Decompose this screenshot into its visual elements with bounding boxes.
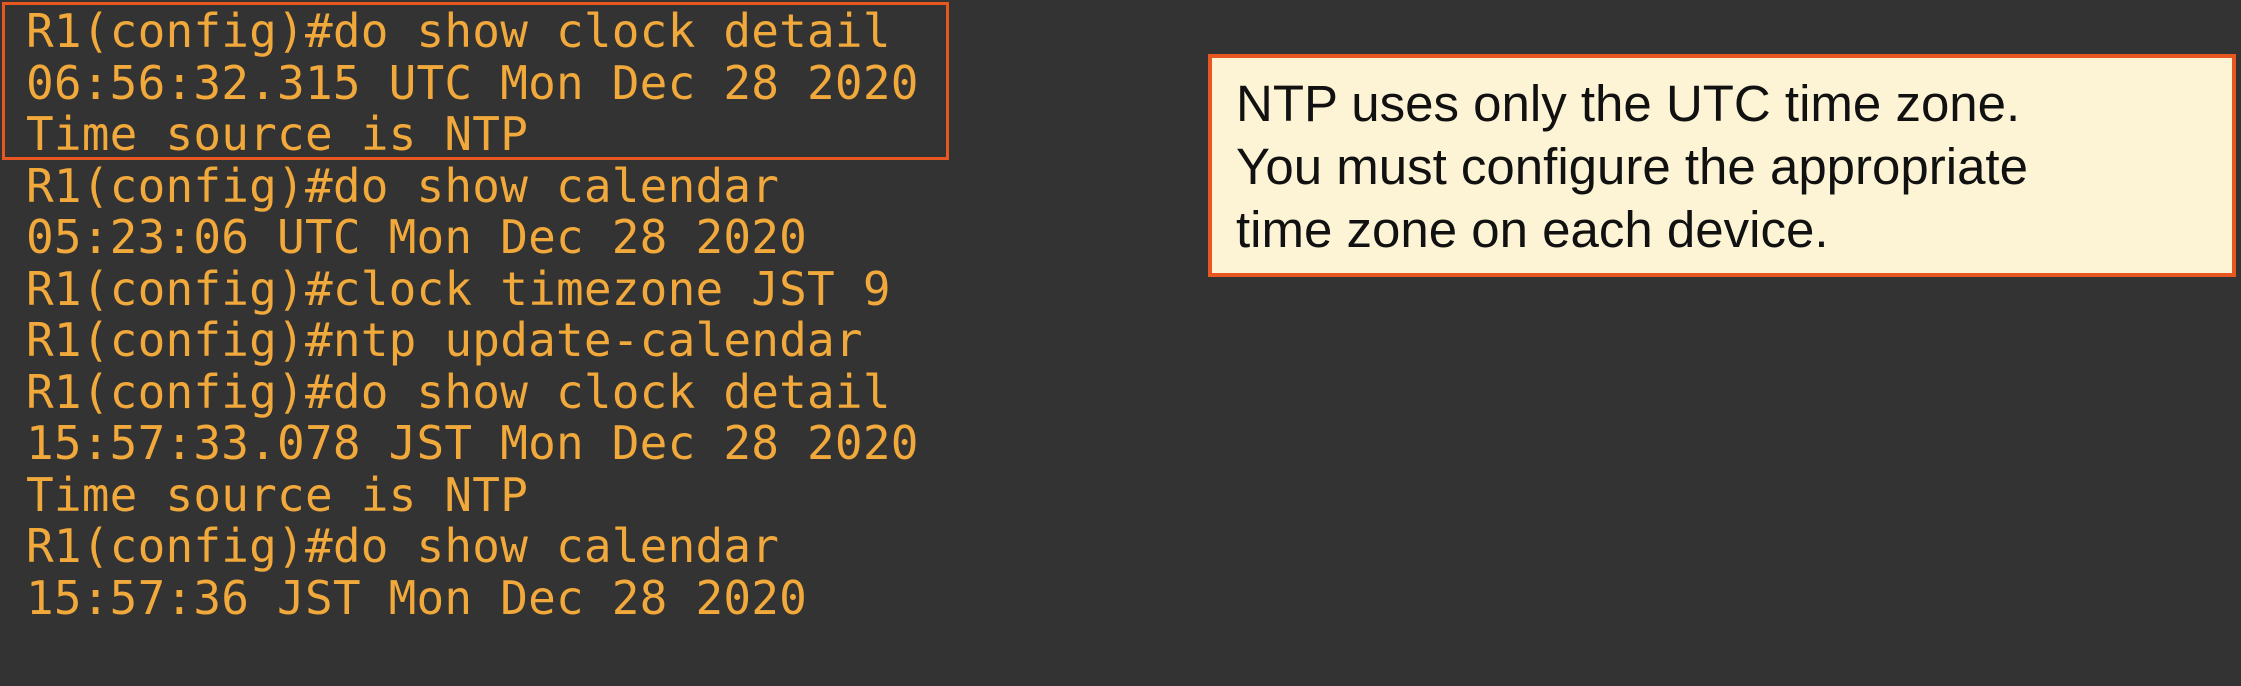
terminal-output-line: 05:23:06 UTC Mon Dec 28 2020 [26, 210, 808, 264]
callout-text-line: time zone on each device. [1236, 201, 1829, 258]
slide: R1(config)#do show clock detail 06:56:32… [0, 0, 2241, 686]
terminal-output-line: 15:57:36 JST Mon Dec 28 2020 [26, 570, 808, 625]
terminal-command-line: R1(config)#do show calendar [26, 158, 780, 213]
terminal-command-line: R1(config)#do show clock detail [26, 364, 891, 419]
callout-box: NTP uses only the UTC time zone. You mus… [1208, 54, 2236, 277]
terminal-command-line: R1(config)#ntp update-calendar [26, 313, 863, 367]
terminal-command-line: R1(config)#do show calendar [26, 519, 780, 573]
terminal-output-line: Time source is NTP [26, 467, 529, 522]
callout-text-line: NTP uses only the UTC time zone. [1236, 75, 2021, 132]
highlight-box [2, 2, 949, 160]
terminal-output-line: 15:57:33.078 JST Mon Dec 28 2020 [26, 416, 919, 470]
terminal-command-line: R1(config)#clock timezone JST 9 [26, 261, 891, 316]
callout-text-line: You must configure the appropriate [1236, 138, 2028, 195]
